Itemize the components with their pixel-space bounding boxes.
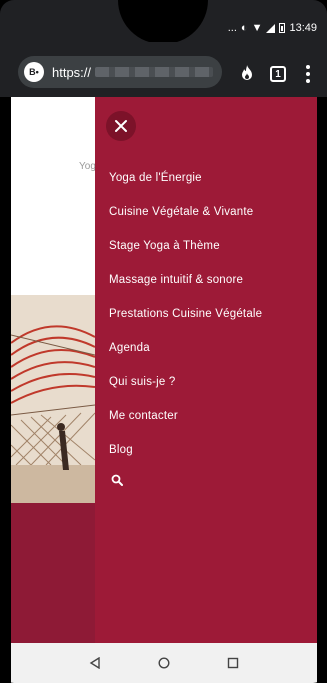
search-icon[interactable] xyxy=(111,474,123,486)
recents-icon xyxy=(227,657,238,669)
signal-icon xyxy=(266,23,276,33)
page-partial-text: Yog xyxy=(79,161,96,172)
tab-switcher-button[interactable]: 1 xyxy=(270,66,286,82)
back-button[interactable] xyxy=(87,655,103,671)
address-bar[interactable]: B• https:// xyxy=(18,56,222,88)
home-icon xyxy=(158,657,170,669)
system-navigation-bar xyxy=(11,643,317,683)
status-ellipsis: ... xyxy=(227,21,237,34)
yurt-photo xyxy=(11,295,95,503)
camera-notch xyxy=(118,0,208,44)
wifi-icon: ▼ xyxy=(251,21,263,34)
menu-item-stage-yoga[interactable]: Stage Yoga à Thème xyxy=(109,229,262,263)
status-time: 13:49 xyxy=(289,22,317,34)
flame-icon[interactable] xyxy=(238,64,256,82)
menu-item-agenda[interactable]: Agenda xyxy=(109,331,262,365)
url-text: https:// xyxy=(52,64,92,80)
drawer-menu: Yoga de l'Énergie Cuisine Végétale & Viv… xyxy=(109,161,262,467)
back-icon xyxy=(90,657,101,669)
web-page: Yog Yoga de l'Énergie Cuisine Végétale &… xyxy=(11,97,317,643)
close-button[interactable] xyxy=(106,111,136,141)
close-icon xyxy=(115,120,127,132)
status-icons: ... ◐ ▼ 13:49 xyxy=(228,20,317,36)
data-saver-icon: ◐ xyxy=(240,21,248,34)
battery-icon xyxy=(279,23,286,33)
more-menu-icon[interactable] xyxy=(305,65,311,83)
menu-item-qui-suis-je[interactable]: Qui suis-je ? xyxy=(109,365,262,399)
recents-button[interactable] xyxy=(225,655,241,671)
browser-toolbar: B• https:// 1 xyxy=(0,42,327,97)
navigation-drawer: Yoga de l'Énergie Cuisine Végétale & Viv… xyxy=(95,97,317,643)
site-info-icon[interactable]: B• xyxy=(24,62,44,82)
menu-item-massage[interactable]: Massage intuitif & sonore xyxy=(109,263,262,297)
url-redacted xyxy=(95,67,214,77)
page-header-area xyxy=(11,97,95,295)
phone-frame: ... ◐ ▼ 13:49 B• https:// 1 Yog Yoga de … xyxy=(0,0,327,683)
menu-item-blog[interactable]: Blog xyxy=(109,433,262,467)
status-bar: ... ◐ ▼ 13:49 xyxy=(0,0,327,44)
menu-item-contact[interactable]: Me contacter xyxy=(109,399,262,433)
menu-item-yoga-energie[interactable]: Yoga de l'Énergie xyxy=(109,161,262,195)
home-button[interactable] xyxy=(156,655,172,671)
menu-item-cuisine-vegetale[interactable]: Cuisine Végétale & Vivante xyxy=(109,195,262,229)
menu-item-prestations[interactable]: Prestations Cuisine Végétale xyxy=(109,297,262,331)
